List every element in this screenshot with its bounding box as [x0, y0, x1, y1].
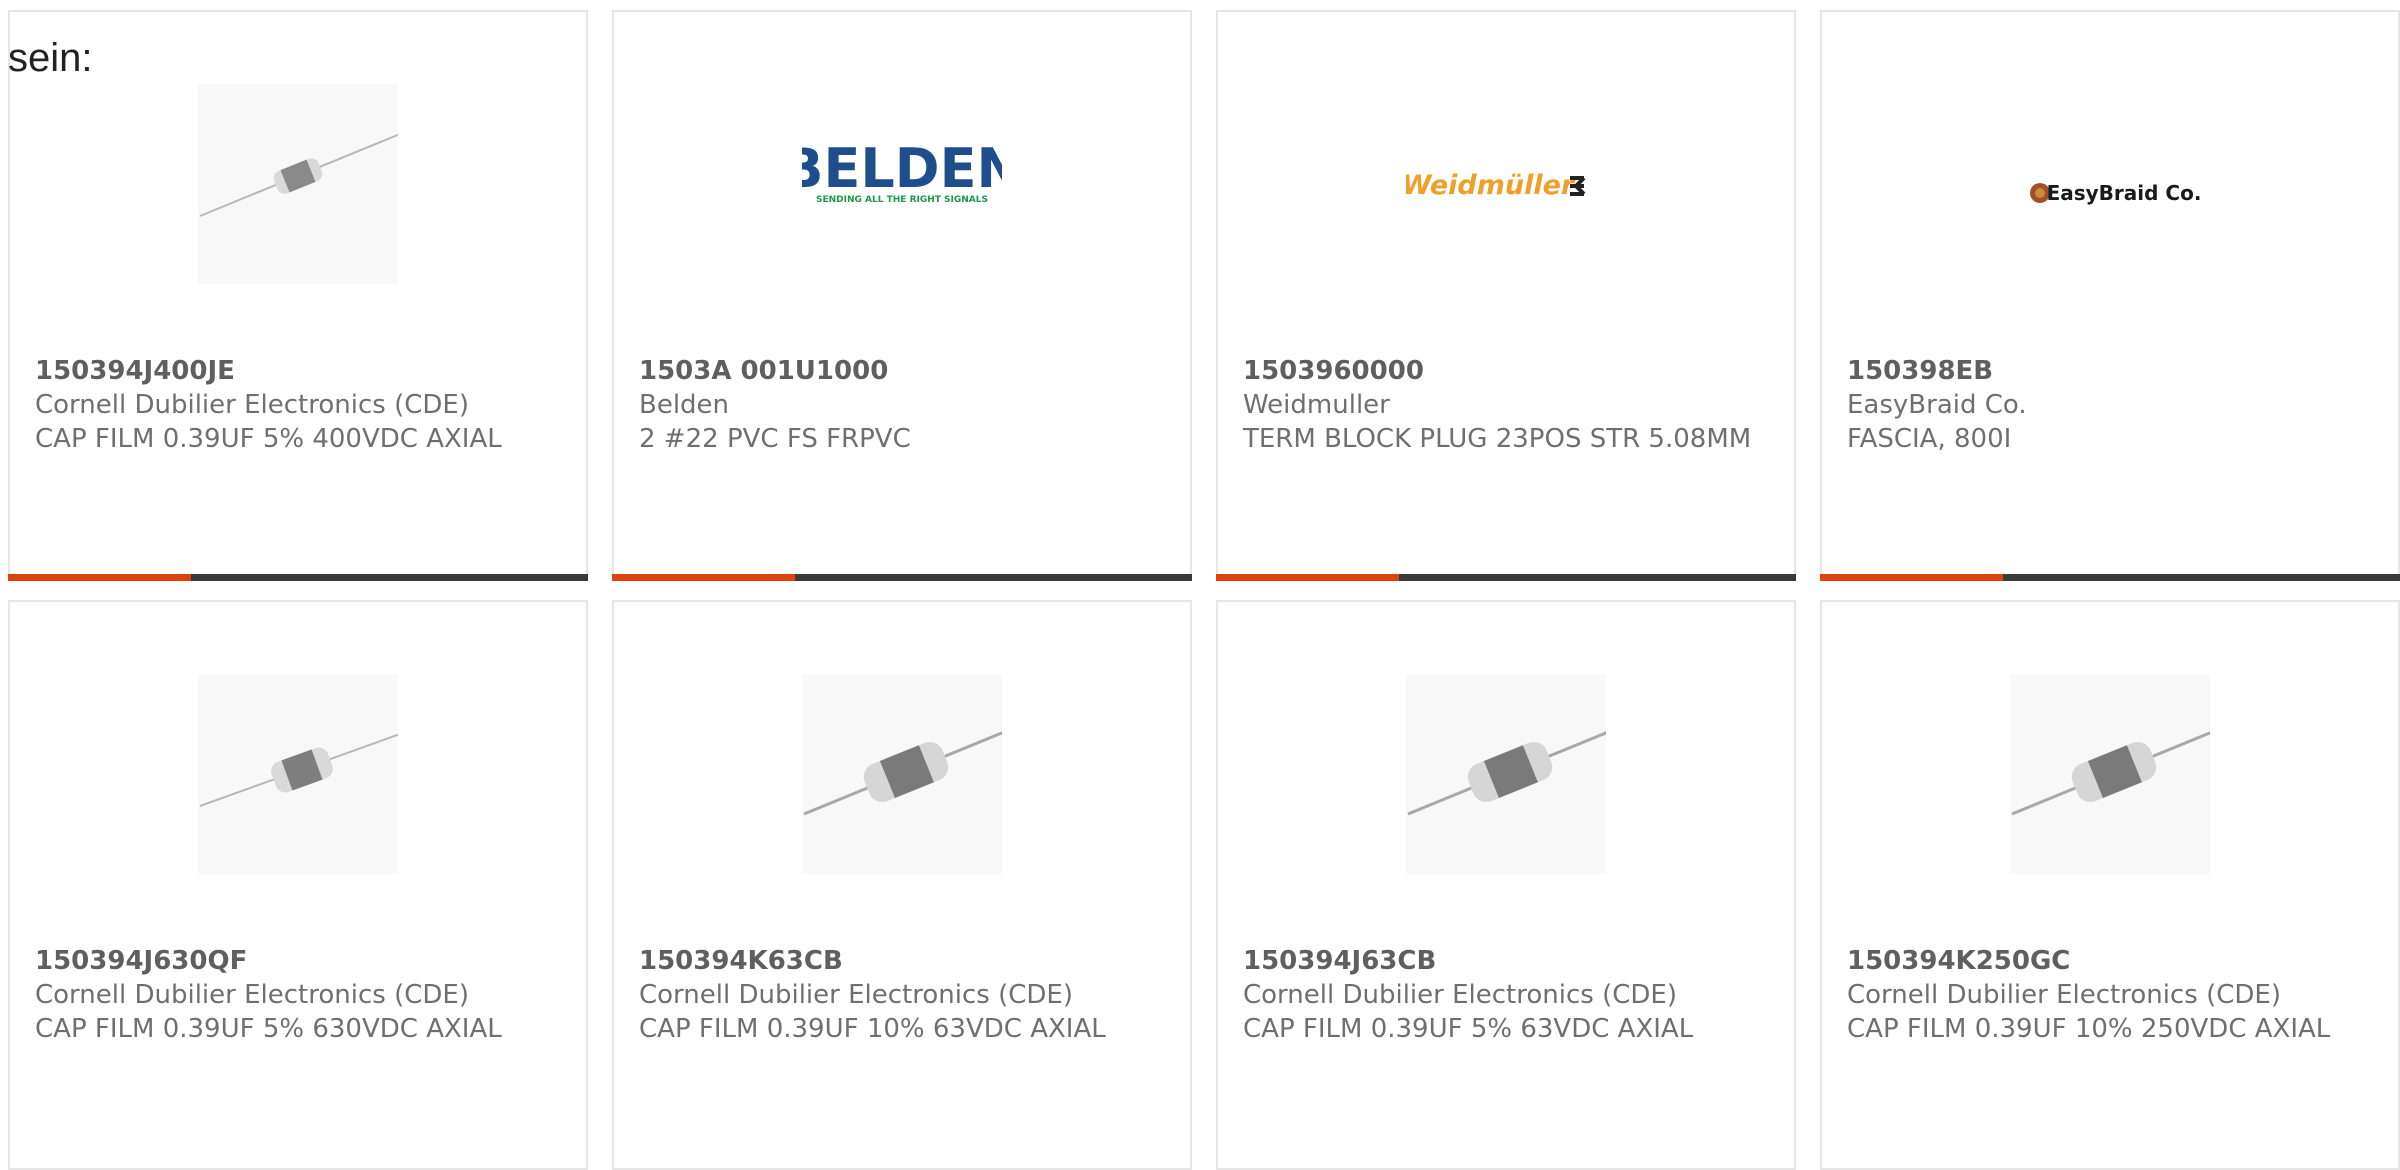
- page-fragment-text: sein:: [8, 36, 93, 80]
- description: CAP FILM 0.39UF 10% 250VDC AXIAL: [1847, 1014, 2331, 1044]
- card-bottom-bar: [1820, 574, 2400, 581]
- part-number[interactable]: 150394J400JE: [35, 354, 555, 388]
- belden-logo-icon: BELDEN SENDING ALL THE RIGHT SIGNALS: [782, 137, 1021, 205]
- product-card[interactable]: 150394J63CB Cornell Dubilier Electronics…: [1216, 600, 1796, 1170]
- card-accent-bar: [1820, 574, 2003, 581]
- product-image[interactable]: [802, 674, 1005, 874]
- manufacturer: Cornell Dubilier Electronics (CDE): [639, 980, 1073, 1010]
- manufacturer: Cornell Dubilier Electronics (CDE): [1243, 980, 1677, 1010]
- product-info: 150394J630QF Cornell Dubilier Electronic…: [35, 944, 555, 1046]
- card-accent-bar: [8, 574, 191, 581]
- part-number[interactable]: 150394J630QF: [35, 944, 555, 978]
- card-bottom-bar: [1216, 574, 1796, 581]
- manufacturer: Cornell Dubilier Electronics (CDE): [35, 980, 469, 1010]
- product-image[interactable]: [2010, 674, 2213, 874]
- product-info: 150394J400JE Cornell Dubilier Electronic…: [35, 354, 555, 456]
- part-number[interactable]: 150394J63CB: [1243, 944, 1763, 978]
- description: CAP FILM 0.39UF 5% 400VDC AXIAL: [35, 424, 502, 454]
- manufacturer: Cornell Dubilier Electronics (CDE): [35, 390, 469, 420]
- product-image[interactable]: BELDEN SENDING ALL THE RIGHT SIGNALS: [782, 84, 1021, 284]
- part-number[interactable]: 150394K250GC: [1847, 944, 2367, 978]
- description: FASCIA, 800I: [1847, 424, 2012, 454]
- description: CAP FILM 0.39UF 5% 630VDC AXIAL: [35, 1014, 502, 1044]
- logo-text: BELDEN: [802, 137, 1002, 200]
- product-info: 150394K63CB Cornell Dubilier Electronics…: [639, 944, 1159, 1046]
- easybraid-logo-icon: EasyBraid Co.: [2030, 181, 2202, 205]
- logo-text: Weidmüller: [1406, 170, 1576, 201]
- part-number[interactable]: 150398EB: [1847, 354, 2367, 388]
- manufacturer: EasyBraid Co.: [1847, 390, 2027, 420]
- product-image[interactable]: Weidmüller: [1402, 84, 1606, 284]
- capacitor-icon: [198, 674, 401, 874]
- weidmuller-logo-icon: Weidmüller: [1402, 170, 1586, 201]
- product-card[interactable]: 150394J400JE Cornell Dubilier Electronic…: [8, 10, 588, 581]
- logo-tagline: SENDING ALL THE RIGHT SIGNALS: [816, 195, 988, 205]
- product-card[interactable]: BELDEN SENDING ALL THE RIGHT SIGNALS 150…: [612, 10, 1192, 581]
- capacitor-icon: [1406, 674, 1609, 874]
- product-image[interactable]: EasyBraid Co.: [2010, 84, 2210, 284]
- product-info: 150398EB EasyBraid Co. FASCIA, 800I: [1847, 354, 2367, 456]
- product-image[interactable]: [198, 84, 401, 284]
- manufacturer: Weidmuller: [1243, 390, 1390, 420]
- product-image[interactable]: [1406, 674, 1609, 874]
- description: 2 #22 PVC FS FRPVC: [639, 424, 911, 454]
- product-card[interactable]: Weidmüller 1503960000 Weidmuller TERM BL…: [1216, 10, 1796, 581]
- card-bottom-bar: [8, 574, 588, 581]
- description: CAP FILM 0.39UF 10% 63VDC AXIAL: [639, 1014, 1106, 1044]
- manufacturer: Belden: [639, 390, 730, 420]
- product-card[interactable]: 150394K63CB Cornell Dubilier Electronics…: [612, 600, 1192, 1170]
- product-info: 150394K250GC Cornell Dubilier Electronic…: [1847, 944, 2367, 1046]
- part-number[interactable]: 150394K63CB: [639, 944, 1159, 978]
- product-card[interactable]: EasyBraid Co. 150398EB EasyBraid Co. FAS…: [1820, 10, 2400, 581]
- logo-text: EasyBraid Co.: [2047, 181, 2202, 205]
- card-accent-bar: [612, 574, 795, 581]
- card-bottom-bar: [612, 574, 1192, 581]
- capacitor-icon: [802, 674, 1005, 874]
- product-info: 150394J63CB Cornell Dubilier Electronics…: [1243, 944, 1763, 1046]
- product-card[interactable]: 150394J630QF Cornell Dubilier Electronic…: [8, 600, 588, 1170]
- product-card[interactable]: 150394K250GC Cornell Dubilier Electronic…: [1820, 600, 2400, 1170]
- card-accent-bar: [1216, 574, 1399, 581]
- manufacturer: Cornell Dubilier Electronics (CDE): [1847, 980, 2281, 1010]
- part-number[interactable]: 1503960000: [1243, 354, 1763, 388]
- capacitor-icon: [2010, 674, 2213, 874]
- description: CAP FILM 0.39UF 5% 63VDC AXIAL: [1243, 1014, 1694, 1044]
- product-image[interactable]: [198, 674, 401, 874]
- part-number[interactable]: 1503A 001U1000: [639, 354, 1159, 388]
- product-info: 1503A 001U1000 Belden 2 #22 PVC FS FRPVC: [639, 354, 1159, 456]
- description: TERM BLOCK PLUG 23POS STR 5.08MM: [1243, 424, 1752, 454]
- capacitor-icon: [198, 84, 401, 284]
- product-info: 1503960000 Weidmuller TERM BLOCK PLUG 23…: [1243, 354, 1763, 456]
